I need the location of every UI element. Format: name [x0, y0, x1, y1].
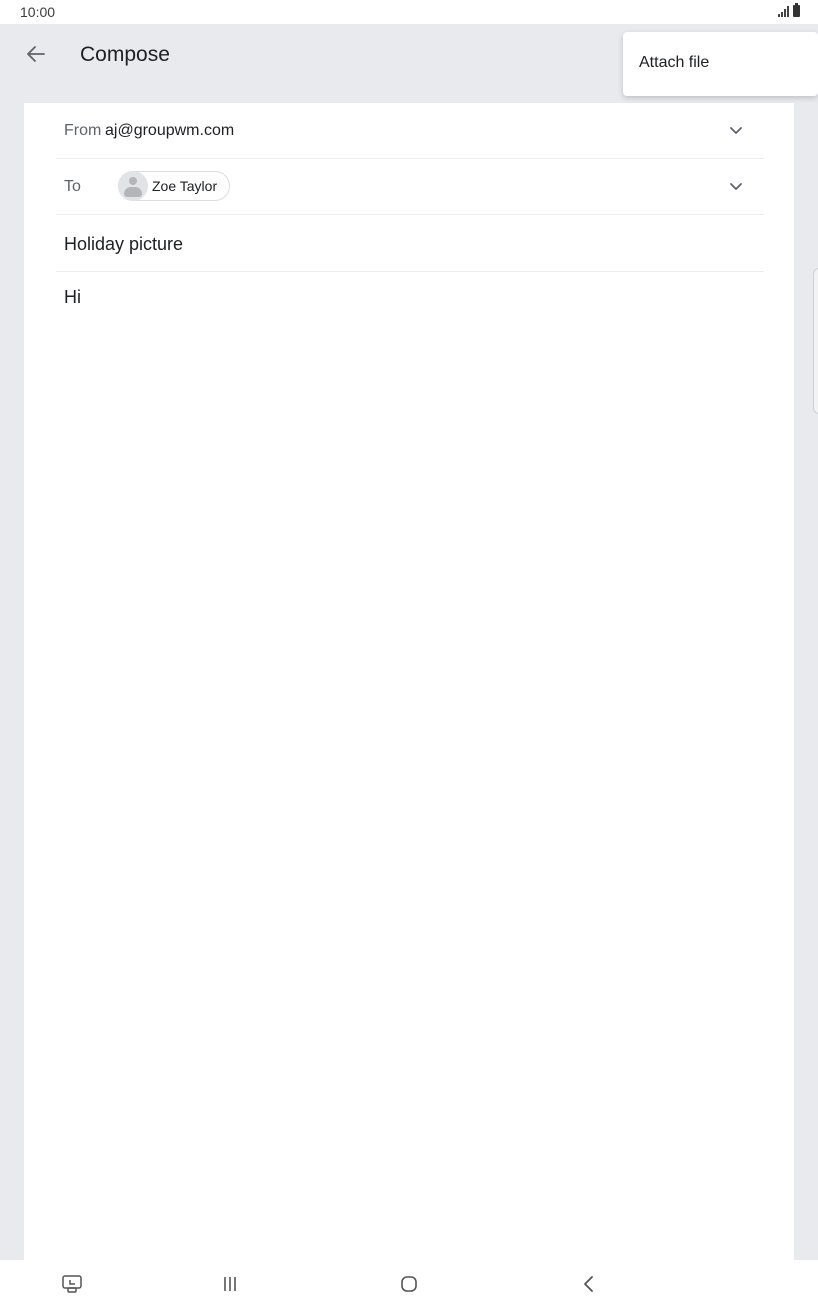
recent-apps-button[interactable] [216, 1270, 244, 1298]
recent-apps-icon [224, 1277, 236, 1291]
to-label: To [64, 178, 81, 195]
back-nav-button[interactable] [575, 1270, 603, 1298]
chevron-down-icon [730, 127, 742, 134]
person-icon [118, 171, 148, 201]
chevron-down-icon [730, 183, 742, 190]
status-icons [778, 3, 800, 17]
from-row[interactable]: From aj@groupwm.com [56, 103, 764, 159]
edge-panel-handle[interactable] [813, 268, 818, 414]
page-title: Compose [80, 43, 170, 66]
subject-field[interactable]: Holiday picture [56, 215, 764, 272]
screen-share-icon [62, 1275, 82, 1293]
recipient-name: Zoe Taylor [152, 178, 218, 194]
status-time: 10:00 [20, 4, 56, 20]
to-dropdown-button[interactable] [726, 177, 746, 197]
recipient-chip[interactable]: Zoe Taylor [118, 171, 231, 201]
screen-share-button[interactable] [58, 1270, 86, 1298]
from-label: From [64, 122, 102, 139]
compose-screen: 10:00 Compose Attach file From aj@groupw… [0, 0, 818, 1307]
home-icon [401, 1276, 417, 1292]
status-bar: 10:00 [0, 0, 818, 24]
navigation-bar [0, 1260, 818, 1307]
back-button[interactable] [20, 38, 52, 70]
back-icon [584, 1276, 593, 1292]
battery-icon [793, 3, 800, 17]
to-row[interactable]: To Zoe Taylor [56, 159, 764, 215]
overflow-menu: Attach file [623, 32, 818, 96]
attach-file-menu-item[interactable]: Attach file [639, 54, 709, 72]
compose-card: From aj@groupwm.com To Zoe Taylor Holida… [24, 103, 794, 1260]
subject-text: Holiday picture [64, 234, 184, 254]
home-button[interactable] [395, 1270, 423, 1298]
arrow-left-icon [27, 46, 45, 62]
body-field[interactable]: Hi [64, 287, 81, 308]
signal-icon [778, 5, 789, 17]
from-address: aj@groupwm.com [105, 122, 235, 139]
from-dropdown-button[interactable] [726, 121, 746, 141]
